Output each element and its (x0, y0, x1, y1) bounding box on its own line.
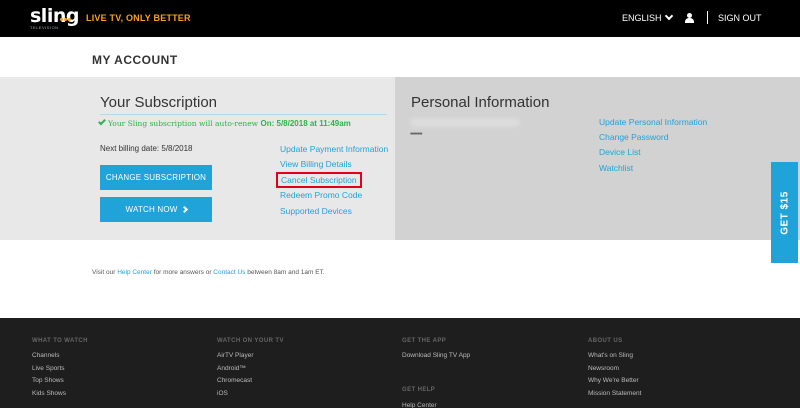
blurred-email (410, 118, 520, 127)
page-title: MY ACCOUNT (92, 53, 178, 67)
autorenew-text: Your Sling subscription will auto-renew (108, 119, 259, 128)
logo-dots-icon (60, 8, 72, 26)
footer-col-what-to-watch: WHAT TO WATCH Channels Live Sports Top S… (32, 338, 88, 403)
redeem-promo-link[interactable]: Redeem Promo Code (280, 190, 362, 200)
footer-link-mission[interactable]: Mission Statement (588, 390, 641, 403)
sling-logo[interactable]: sling TELEVISION (30, 5, 79, 31)
footer-heading: GET THE APP (402, 338, 447, 344)
check-icon (98, 117, 106, 126)
help-prefix: Visit our (92, 269, 116, 276)
change-password-link[interactable]: Change Password (599, 132, 668, 142)
footer-link-channels[interactable]: Channels (32, 352, 88, 365)
footer-link-ios[interactable]: iOS (217, 390, 284, 403)
chevron-down-icon (664, 11, 673, 21)
change-subscription-button[interactable]: CHANGE SUBSCRIPTION (100, 165, 212, 190)
update-personal-info-link[interactable]: Update Personal Information (599, 117, 707, 127)
user-icon[interactable] (685, 13, 694, 23)
autorenew-notice: Your Sling subscription will auto-renew … (98, 117, 351, 128)
autorenew-date: On: 5/8/2018 at 11:49am (260, 119, 351, 128)
language-selector[interactable]: ENGLISH (622, 11, 673, 23)
footer-heading-get-help: GET HELP (402, 387, 436, 393)
footer-col-watch-on-tv: WATCH ON YOUR TV AirTV Player Android™ C… (217, 338, 284, 403)
change-subscription-label: CHANGE SUBSCRIPTION (105, 173, 207, 182)
help-suffix: between 8am and 1am ET. (247, 269, 325, 276)
footer-link-chromecast[interactable]: Chromecast (217, 377, 284, 390)
footer (0, 318, 800, 408)
footer-col-about-us: ABOUT US What's on Sling Newsroom Why We… (588, 338, 641, 403)
top-header: sling TELEVISION LIVE TV, ONLY BETTER EN… (0, 0, 800, 37)
footer-col-get-the-app: GET THE APP Download Sling TV App (402, 338, 470, 365)
language-label: ENGLISH (622, 13, 662, 23)
help-center-link[interactable]: Help Center (117, 269, 152, 276)
footer-heading: WATCH ON YOUR TV (217, 338, 284, 344)
subscription-title: Your Subscription (100, 94, 218, 111)
footer-link-android[interactable]: Android™ (217, 365, 284, 378)
footer-link-live-sports[interactable]: Live Sports (32, 365, 88, 378)
watch-now-label: WATCH NOW (125, 205, 178, 214)
help-line: Visit our Help Center for more answers o… (92, 269, 325, 276)
tagline: LIVE TV, ONLY BETTER (86, 13, 191, 23)
get-15-offer-tab[interactable]: GET $15 (771, 162, 798, 263)
next-billing-date: Next billing date: 5/8/2018 (100, 144, 193, 153)
footer-link-airtv[interactable]: AirTV Player (217, 352, 284, 365)
footer-link-newsroom[interactable]: Newsroom (588, 365, 641, 378)
chevron-right-icon (180, 205, 188, 214)
subscription-divider (100, 114, 387, 115)
help-middle: for more answers or (153, 269, 212, 276)
password-mask: •••••••• (410, 131, 423, 138)
sign-out-link[interactable]: SIGN OUT (718, 13, 762, 23)
footer-link-why-better[interactable]: Why We're Better (588, 377, 641, 390)
view-billing-link[interactable]: View Billing Details (280, 159, 352, 169)
watch-now-button[interactable]: WATCH NOW (100, 197, 212, 222)
footer-link-top-shows[interactable]: Top Shows (32, 377, 88, 390)
footer-link-download-app[interactable]: Download Sling TV App (402, 352, 470, 365)
update-payment-link[interactable]: Update Payment Information (280, 144, 388, 154)
supported-devices-link[interactable]: Supported Devices (280, 206, 352, 216)
footer-heading: ABOUT US (588, 338, 623, 344)
footer-heading: WHAT TO WATCH (32, 338, 88, 344)
get-15-label: GET $15 (779, 190, 790, 235)
footer-link-whats-on-sling[interactable]: What's on Sling (588, 352, 641, 365)
personal-info-title: Personal Information (411, 94, 550, 111)
watchlist-link[interactable]: Watchlist (599, 163, 633, 173)
cancel-subscription-link[interactable]: Cancel Subscription (276, 172, 362, 188)
contact-us-link[interactable]: Contact Us (213, 269, 245, 276)
device-list-link[interactable]: Device List (599, 147, 641, 157)
footer-link-kids-shows[interactable]: Kids Shows (32, 390, 88, 403)
logo-subtext: TELEVISION (30, 25, 59, 30)
header-divider (707, 11, 708, 24)
